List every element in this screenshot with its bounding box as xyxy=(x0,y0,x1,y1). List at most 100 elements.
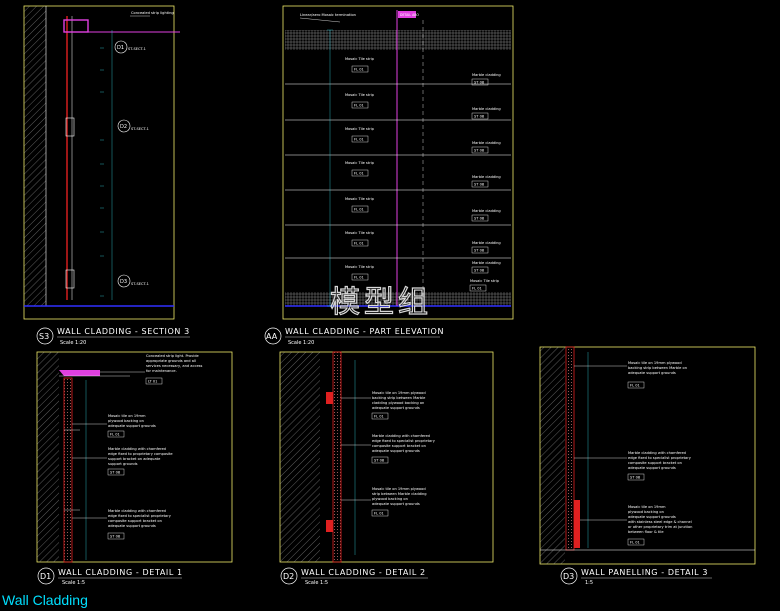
svg-text:composite support bracket on: composite support bracket on xyxy=(372,444,426,448)
svg-text:Mosaic tile on 19mm: Mosaic tile on 19mm xyxy=(108,414,146,418)
detail-1-note-2: Mosaic tile on 19mm plywood backing on a… xyxy=(72,414,156,438)
detail-3-note-1: Mosaic tile on 19mm plywood backing stri… xyxy=(574,361,687,389)
svg-text:ST 08: ST 08 xyxy=(474,269,485,273)
detail-2-note-3: Mosaic tile on 19mm plywood strip betwee… xyxy=(341,487,427,517)
detail-2-note-2: Marble cladding with chamfered edge fixe… xyxy=(341,434,436,464)
svg-text:ST 08: ST 08 xyxy=(474,183,485,187)
svg-text:ST 08: ST 08 xyxy=(374,459,385,463)
mosaic-band-top xyxy=(285,30,511,50)
detail-3-panel: Mosaic tile on 19mm plywood backing stri… xyxy=(539,346,756,586)
svg-text:Scale 1:5: Scale 1:5 xyxy=(305,580,328,586)
detail-2-note-1: Mosaic tile on 19mm plywood backing stri… xyxy=(341,391,426,420)
svg-text:S3: S3 xyxy=(39,332,49,341)
svg-text:FL 01: FL 01 xyxy=(472,287,482,291)
svg-text:FL 01: FL 01 xyxy=(630,541,640,545)
svg-text:Scale 1:20: Scale 1:20 xyxy=(60,340,86,346)
detail-1-cladding xyxy=(63,377,73,563)
svg-text:WALL CLADDING - PART ELEVATION: WALL CLADDING - PART ELEVATION xyxy=(285,327,444,336)
svg-text:D3: D3 xyxy=(563,572,574,581)
svg-text:Marble cladding: Marble cladding xyxy=(472,261,501,265)
detail-1-panel: Concealed strip light. Provide appropria… xyxy=(36,351,233,586)
svg-text:Mosaic Tile strip: Mosaic Tile strip xyxy=(345,197,375,201)
svg-text:Mosaic Tile strip: Mosaic Tile strip xyxy=(345,127,375,131)
svg-text:cladding plywood backing on: cladding plywood backing on xyxy=(372,401,424,405)
svg-text:adequate support grounds: adequate support grounds xyxy=(628,466,676,470)
callout-d3[interactable]: D3 ST-SECT-1 xyxy=(117,274,149,288)
svg-text:D1: D1 xyxy=(117,45,124,51)
svg-text:ST 08: ST 08 xyxy=(474,81,485,85)
svg-text:Mosaic tile on 19mm: Mosaic tile on 19mm xyxy=(628,505,666,509)
svg-text:D1: D1 xyxy=(40,572,51,581)
elevation-top-label: Linear/aero Mosaic termination xyxy=(300,13,356,17)
svg-text:Mosaic Tile strip: Mosaic Tile strip xyxy=(345,93,375,97)
section-3-caption: S3 WALL CLADDING - SECTION 3 Scale 1:20 xyxy=(36,327,190,346)
part-elevation-panel: DETAIL ABO Linear/aero Mosaic terminatio… xyxy=(264,5,514,346)
svg-text:FL 01: FL 01 xyxy=(354,68,364,72)
svg-text:ST-SECT-1: ST-SECT-1 xyxy=(131,127,149,131)
svg-text:LT 01: LT 01 xyxy=(148,380,157,384)
svg-text:WALL CLADDING - DETAIL 1: WALL CLADDING - DETAIL 1 xyxy=(58,568,183,577)
svg-text:Mosaic Tile strip: Mosaic Tile strip xyxy=(345,231,375,235)
svg-text:1:5: 1:5 xyxy=(585,580,593,586)
svg-text:between floor & tile: between floor & tile xyxy=(628,530,664,534)
svg-text:ST 08: ST 08 xyxy=(474,115,485,119)
svg-text:Marble cladding: Marble cladding xyxy=(472,209,501,213)
svg-text:Marble cladding with chamfered: Marble cladding with chamfered xyxy=(628,451,686,455)
svg-text:ST 08: ST 08 xyxy=(474,249,485,253)
callout-d2[interactable]: D2 ST-SECT-1 xyxy=(117,119,149,133)
svg-text:Mosaic Tile strip: Mosaic Tile strip xyxy=(345,161,375,165)
svg-text:FL 01: FL 01 xyxy=(374,415,384,419)
svg-text:support bracket on adequate: support bracket on adequate xyxy=(108,457,161,461)
section-3-panel: D1 ST-SECT-1 D2 ST-SECT-1 D3 ST-SECT-1 C… xyxy=(23,5,190,346)
svg-text:Marble cladding: Marble cladding xyxy=(472,241,501,245)
svg-text:edge fixed to proprietary comp: edge fixed to proprietary composite xyxy=(108,452,173,456)
svg-text:Mosaic tile on 19mm plywood: Mosaic tile on 19mm plywood xyxy=(372,391,426,395)
svg-text:edge fixed to specialist propr: edge fixed to specialist proprietary xyxy=(108,514,172,518)
svg-text:adequate support grounds: adequate support grounds xyxy=(372,406,420,410)
detail-1-note-1: Concealed strip light. Provide appropria… xyxy=(100,354,203,385)
svg-text:adequate support grounds: adequate support grounds xyxy=(628,371,676,375)
svg-text:D2: D2 xyxy=(120,124,127,130)
svg-text:ST-SECT-1: ST-SECT-1 xyxy=(128,47,146,51)
svg-text:plywood backing on: plywood backing on xyxy=(628,510,664,514)
svg-text:D2: D2 xyxy=(283,572,294,581)
svg-text:plywood backing on: plywood backing on xyxy=(372,497,408,501)
svg-text:ST 08: ST 08 xyxy=(474,149,485,153)
svg-text:Marble cladding: Marble cladding xyxy=(472,107,501,111)
detail-1-light-cove xyxy=(59,370,100,376)
svg-text:FL 01: FL 01 xyxy=(354,138,364,142)
svg-text:adequate support grounds: adequate support grounds xyxy=(372,449,420,453)
svg-text:ST-SECT-1: ST-SECT-1 xyxy=(131,282,149,286)
svg-text:adequate support grounds: adequate support grounds xyxy=(628,515,676,519)
svg-text:plywood backing on: plywood backing on xyxy=(108,419,144,423)
svg-text:with stainless steel edge & ch: with stainless steel edge & channel xyxy=(628,520,692,524)
callout-d1[interactable]: D1 ST-SECT-1 xyxy=(114,40,146,54)
svg-text:backing strip between Marble: backing strip between Marble xyxy=(372,396,426,400)
svg-text:FL 01: FL 01 xyxy=(354,208,364,212)
svg-text:adequate support grounds: adequate support grounds xyxy=(108,524,156,528)
drawing-sheet: D1 ST-SECT-1 D2 ST-SECT-1 D3 ST-SECT-1 C… xyxy=(23,5,756,586)
svg-text:edge fixed to specialist propr: edge fixed to specialist proprietary xyxy=(372,439,436,443)
elevation-caption: AA WALL CLADDING - PART ELEVATION Scale … xyxy=(264,327,444,346)
detail-3-note-3: Mosaic tile on 19mm plywood backing on a… xyxy=(580,505,692,546)
detail-3-note-2: Marble cladding with chamfered edge fixe… xyxy=(574,451,692,481)
detail-1-caption: D1 WALL CLADDING - DETAIL 1 Scale 1:5 xyxy=(37,567,183,586)
detail-1-note-3: Marble cladding with chamfered edge fixe… xyxy=(72,447,173,476)
elevation-right-labels: Marble cladding ST 08 Marble cladding ST… xyxy=(469,73,501,292)
svg-text:AA: AA xyxy=(266,332,278,341)
svg-text:FL 01: FL 01 xyxy=(110,433,120,437)
elevation-left-labels: Mosaic Tile strip FL 01 Mosaic Tile stri… xyxy=(345,57,375,281)
svg-text:WALL CLADDING - SECTION 3: WALL CLADDING - SECTION 3 xyxy=(57,327,190,336)
svg-text:Scale 1:20: Scale 1:20 xyxy=(288,340,314,346)
svg-text:D3: D3 xyxy=(120,279,127,285)
svg-text:Marble cladding with chamfered: Marble cladding with chamfered xyxy=(372,434,430,438)
svg-text:Mosaic Tile strip: Mosaic Tile strip xyxy=(345,57,375,61)
svg-text:Marble cladding: Marble cladding xyxy=(472,73,501,77)
svg-text:FL 01: FL 01 xyxy=(354,104,364,108)
svg-text:Mosaic Tile strip: Mosaic Tile strip xyxy=(345,265,375,269)
svg-text:adequate support grounds: adequate support grounds xyxy=(372,502,420,506)
section-3-frame xyxy=(23,5,175,320)
detail-2-cladding xyxy=(332,351,342,563)
svg-text:Mosaic tile on 19mm plywood: Mosaic tile on 19mm plywood xyxy=(628,361,682,365)
page-title: Wall Cladding xyxy=(2,592,88,608)
